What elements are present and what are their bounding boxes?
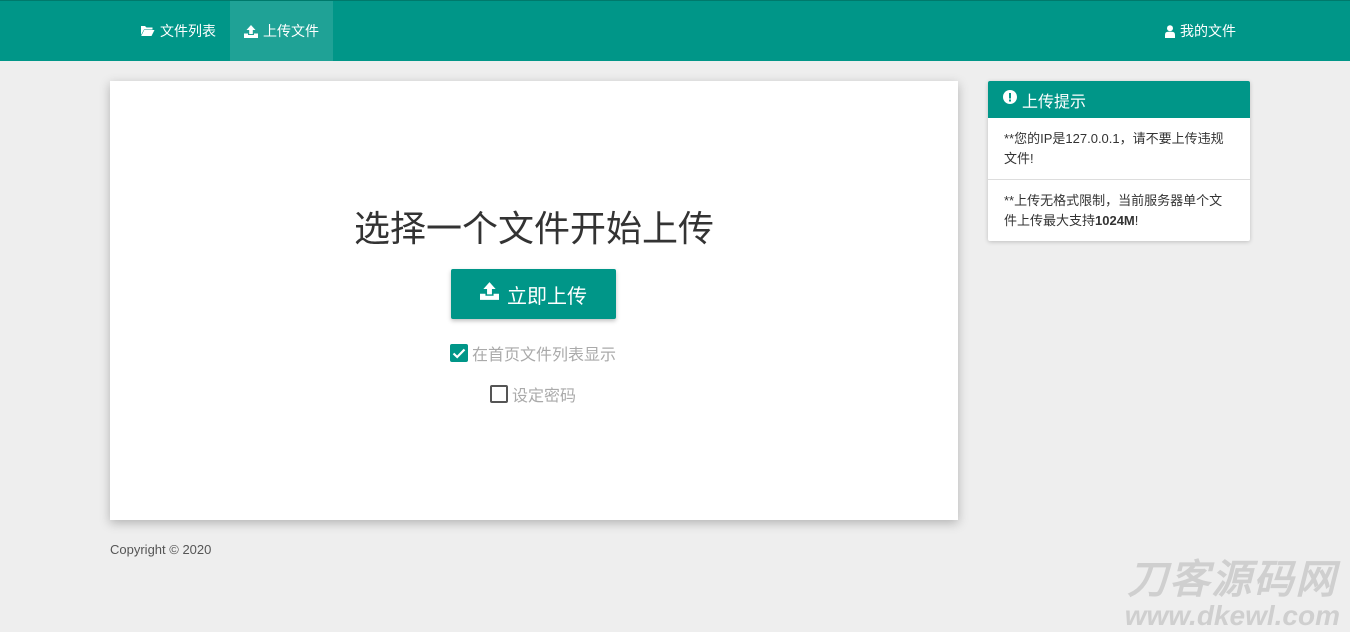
set-password-checkbox[interactable]	[490, 385, 508, 403]
copyright-text: Copyright © 2020	[110, 542, 212, 557]
tips-header-label: 上传提示	[1022, 93, 1087, 111]
nav-upload[interactable]: 上传文件	[230, 1, 333, 61]
tip1-prefix: **您的IP是	[1004, 131, 1066, 146]
nav-file-list-label: 文件列表	[160, 23, 216, 39]
folder-open-icon	[140, 25, 155, 37]
set-password-option[interactable]: 设定密码	[490, 382, 576, 406]
upload-now-button[interactable]: 立即上传	[451, 269, 616, 319]
upload-icon	[244, 24, 258, 38]
upload-card: 选择一个文件开始上传 立即上传 在首页文件列表显示 设定密码	[110, 81, 958, 520]
upload-tips-panel: 上传提示 **您的IP是127.0.0.1，请不要上传违规文件! **上传无格式…	[988, 81, 1250, 241]
set-password-label: 设定密码	[512, 388, 577, 405]
tip2-suffix: !	[1134, 213, 1139, 228]
nav-file-list[interactable]: 文件列表	[140, 1, 216, 61]
upload-now-label: 立即上传	[507, 285, 587, 308]
show-on-homepage-checkbox[interactable]	[450, 344, 468, 362]
user-icon	[1165, 24, 1175, 38]
tips-header: 上传提示	[988, 81, 1250, 118]
user-ip: 127.0.0.1	[1065, 131, 1120, 146]
tip-size-limit: **上传无格式限制，当前服务器单个文件上传最大支持1024M!	[988, 179, 1250, 241]
max-upload-size: 1024M	[1095, 213, 1135, 228]
upload-title: 选择一个文件开始上传	[353, 208, 714, 249]
nav-upload-label: 上传文件	[263, 23, 319, 39]
top-navbar: 文件列表 上传文件 我的文件	[0, 0, 1350, 61]
upload-icon	[480, 282, 499, 306]
show-on-homepage-option[interactable]: 在首页文件列表显示	[450, 341, 616, 365]
tip-ip-warning: **您的IP是127.0.0.1，请不要上传违规文件!	[988, 118, 1250, 179]
watermark-en: www.dkewl.com	[1124, 600, 1340, 631]
watermark-cn: 刀客源码网	[1127, 558, 1338, 602]
check-icon	[452, 348, 466, 359]
nav-my-files-label: 我的文件	[1180, 23, 1236, 39]
show-on-homepage-label: 在首页文件列表显示	[472, 347, 617, 364]
exclamation-circle-icon	[1003, 90, 1017, 109]
nav-my-files[interactable]: 我的文件	[1165, 1, 1236, 61]
watermark-logo: 刀客源码网 www.dkewl.com	[1125, 560, 1340, 630]
